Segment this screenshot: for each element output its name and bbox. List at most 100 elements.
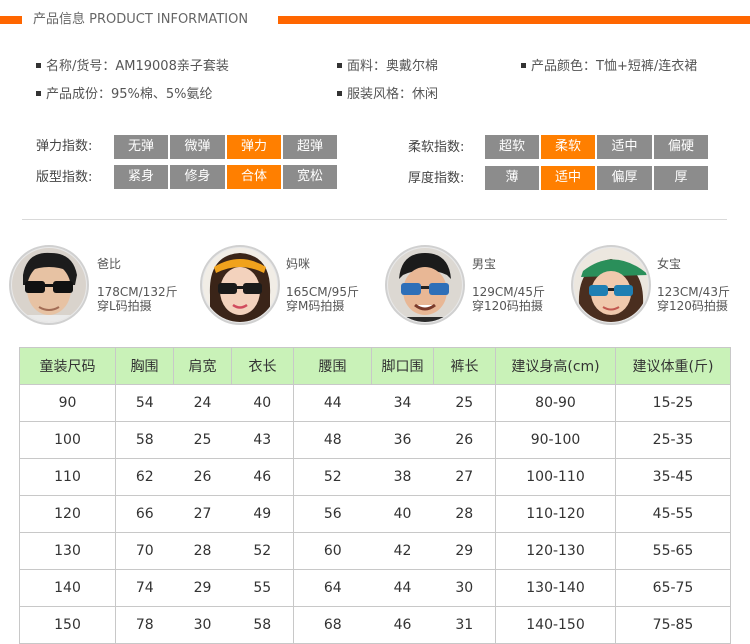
table-cell: 48 bbox=[293, 421, 372, 459]
table-cell: 26 bbox=[173, 458, 232, 496]
table-cell: 40 bbox=[371, 495, 434, 533]
col-header: 衣长 bbox=[231, 347, 294, 385]
table-cell: 55-65 bbox=[615, 532, 731, 570]
table-cell: 25 bbox=[173, 421, 232, 459]
table-cell: 74 bbox=[115, 569, 174, 607]
table-cell: 28 bbox=[433, 495, 496, 533]
table-row: 110 62 26 46 52 38 27 100-110 35-45 bbox=[19, 458, 731, 496]
info-name-sku: 名称/货号：AM19008亲子套装 bbox=[36, 58, 229, 76]
col-header: 肩宽 bbox=[173, 347, 232, 385]
elasticity-option-selected: 弹力 bbox=[227, 135, 281, 159]
fit-label: 版型指数: bbox=[36, 170, 93, 185]
table-cell: 110-120 bbox=[495, 495, 616, 533]
header-bar-right bbox=[278, 16, 750, 24]
bullet-icon bbox=[36, 91, 41, 96]
table-cell: 44 bbox=[371, 569, 434, 607]
header-bar-left bbox=[0, 16, 22, 24]
table-cell: 38 bbox=[371, 458, 434, 496]
table-cell: 58 bbox=[115, 421, 174, 459]
table-cell: 49 bbox=[231, 495, 294, 533]
dad-details: 178CM/132斤 穿L码拍摄 bbox=[97, 285, 178, 313]
table-row: 90 54 24 40 44 34 25 80-90 15-25 bbox=[19, 384, 731, 422]
table-cell: 150 bbox=[19, 606, 116, 644]
mom-name: 妈咪 bbox=[286, 257, 311, 271]
table-cell: 40 bbox=[231, 384, 294, 422]
thickness-option: 薄 bbox=[485, 166, 539, 190]
table-cell: 130 bbox=[19, 532, 116, 570]
table-cell: 52 bbox=[293, 458, 372, 496]
softness-option: 超软 bbox=[485, 135, 539, 159]
table-cell: 31 bbox=[433, 606, 496, 644]
table-cell: 60 bbox=[293, 532, 372, 570]
girl-avatar-photo bbox=[571, 245, 651, 325]
table-cell: 54 bbox=[115, 384, 174, 422]
col-header: 裤长 bbox=[433, 347, 496, 385]
table-cell: 36 bbox=[371, 421, 434, 459]
table-cell: 90-100 bbox=[495, 421, 616, 459]
table-cell: 80-90 bbox=[495, 384, 616, 422]
table-cell: 56 bbox=[293, 495, 372, 533]
dad-avatar-photo bbox=[9, 245, 89, 325]
table-row: 140 74 29 55 64 44 30 130-140 65-75 bbox=[19, 569, 731, 607]
section-header: 产品信息 PRODUCT INFORMATION bbox=[0, 10, 750, 30]
table-cell: 120-130 bbox=[495, 532, 616, 570]
girl-details: 123CM/43斤 穿120码拍摄 bbox=[657, 285, 730, 313]
table-cell: 55 bbox=[231, 569, 294, 607]
table-cell: 100-110 bbox=[495, 458, 616, 496]
bullet-icon bbox=[36, 63, 41, 68]
boy-name: 男宝 bbox=[472, 257, 497, 271]
table-cell: 58 bbox=[231, 606, 294, 644]
softness-option: 适中 bbox=[597, 135, 652, 159]
col-header: 腰围 bbox=[293, 347, 372, 385]
table-cell: 34 bbox=[371, 384, 434, 422]
dad-name: 爸比 bbox=[97, 257, 122, 271]
elasticity-option: 微弹 bbox=[170, 135, 225, 159]
table-cell: 140-150 bbox=[495, 606, 616, 644]
fit-option: 紧身 bbox=[114, 165, 168, 189]
table-cell: 25 bbox=[433, 384, 496, 422]
table-cell: 30 bbox=[433, 569, 496, 607]
size-table: 童装尺码 胸围 肩宽 衣长 腰围 脚口围 裤长 建议身高(cm) 建议体重(斤)… bbox=[19, 347, 731, 644]
section-divider bbox=[22, 219, 727, 220]
thickness-option: 偏厚 bbox=[597, 166, 652, 190]
table-cell: 130-140 bbox=[495, 569, 616, 607]
bullet-icon bbox=[337, 91, 342, 96]
table-cell: 66 bbox=[115, 495, 174, 533]
table-cell: 68 bbox=[293, 606, 372, 644]
col-header: 童装尺码 bbox=[19, 347, 116, 385]
table-cell: 43 bbox=[231, 421, 294, 459]
mom-details: 165CM/95斤 穿M码拍摄 bbox=[286, 285, 359, 313]
table-cell: 27 bbox=[433, 458, 496, 496]
table-cell: 70 bbox=[115, 532, 174, 570]
elasticity-option: 超弹 bbox=[283, 135, 337, 159]
info-style: 服装风格：休闲 bbox=[337, 86, 438, 104]
table-cell: 90 bbox=[19, 384, 116, 422]
thickness-option: 厚 bbox=[654, 166, 708, 190]
table-cell: 64 bbox=[293, 569, 372, 607]
bullet-icon bbox=[337, 63, 342, 68]
table-cell: 29 bbox=[173, 569, 232, 607]
table-row: 130 70 28 52 60 42 29 120-130 55-65 bbox=[19, 532, 731, 570]
boy-details: 129CM/45斤 穿120码拍摄 bbox=[472, 285, 545, 313]
info-composition: 产品成份：95%棉、5%氨纶 bbox=[36, 86, 213, 104]
table-cell: 46 bbox=[231, 458, 294, 496]
col-header: 胸围 bbox=[115, 347, 174, 385]
info-color: 产品颜色：T恤+短裤/连衣裙 bbox=[521, 58, 697, 76]
col-header: 脚口围 bbox=[371, 347, 434, 385]
table-row: 100 58 25 43 48 36 26 90-100 25-35 bbox=[19, 421, 731, 459]
table-cell: 45-55 bbox=[615, 495, 731, 533]
info-fabric: 面料：奥戴尔棉 bbox=[337, 58, 438, 76]
girl-name: 女宝 bbox=[657, 257, 682, 271]
table-cell: 29 bbox=[433, 532, 496, 570]
table-cell: 110 bbox=[19, 458, 116, 496]
mom-avatar-photo bbox=[200, 245, 280, 325]
table-cell: 46 bbox=[371, 606, 434, 644]
thickness-label: 厚度指数: bbox=[408, 171, 465, 186]
section-title: 产品信息 PRODUCT INFORMATION bbox=[33, 12, 249, 27]
table-cell: 27 bbox=[173, 495, 232, 533]
elasticity-option: 无弹 bbox=[114, 135, 168, 159]
table-cell: 52 bbox=[231, 532, 294, 570]
fit-option: 修身 bbox=[170, 165, 225, 189]
fit-option-selected: 合体 bbox=[227, 165, 281, 189]
table-cell: 75-85 bbox=[615, 606, 731, 644]
